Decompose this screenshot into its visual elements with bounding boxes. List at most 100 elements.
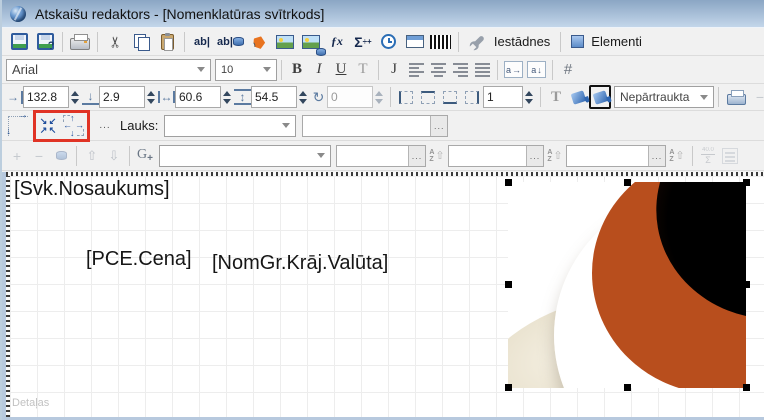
main-toolbar: ? ✂ ab| ab| ƒx Σ ÷+ Iestādnes Elementi: [2, 28, 764, 56]
group-select[interactable]: [159, 144, 331, 167]
border-top-button[interactable]: [417, 86, 439, 108]
db-image-object-button[interactable]: [298, 30, 326, 56]
coffee-cup-photo[interactable]: [508, 182, 746, 388]
more-options-button[interactable]: ...: [94, 114, 116, 138]
sort-input-3[interactable]: [567, 145, 648, 166]
height-spinner[interactable]: [299, 90, 307, 104]
save-button[interactable]: [6, 30, 32, 54]
format-button[interactable]: #: [557, 58, 579, 82]
border-color-button[interactable]: [589, 85, 611, 109]
rotation-input: [327, 86, 373, 108]
line-style-select[interactable]: Nepārtraukta: [614, 86, 714, 108]
text-object-pce-cena[interactable]: [PCE.Cena]: [86, 248, 192, 271]
selection-handle[interactable]: [743, 281, 750, 288]
expression-field: ...: [302, 114, 449, 137]
sort-direction-3[interactable]: A Z ⇧: [666, 144, 688, 168]
align-justify-button[interactable]: [471, 58, 493, 82]
function-button[interactable]: ƒx: [324, 30, 350, 54]
fill-color-button[interactable]: [567, 85, 589, 109]
sort-browse-2[interactable]: ...: [526, 145, 543, 166]
move-down-button[interactable]: ⇩: [103, 144, 125, 168]
shrink-to-fit-button[interactable]: ↘ ↙ ↗ ↖: [37, 114, 59, 138]
selection-handle[interactable]: [743, 384, 750, 391]
barcode-button[interactable]: [428, 30, 454, 54]
selection-handle[interactable]: [743, 179, 750, 186]
paste-button[interactable]: [154, 30, 180, 54]
separator: [281, 59, 282, 80]
align-right-button[interactable]: [449, 58, 471, 82]
sort-direction-1[interactable]: A Z ⇧: [426, 144, 448, 168]
selection-handle[interactable]: [624, 179, 631, 186]
autosize-button[interactable]: → ↓: [6, 110, 30, 138]
top-position-input[interactable]: [99, 86, 145, 108]
expression-input[interactable]: [303, 115, 431, 136]
underline-button[interactable]: U: [330, 58, 352, 82]
text-object-button[interactable]: ab|: [189, 30, 215, 54]
design-canvas[interactable]: [Svk.Nosaukums] [PCE.Cena] [NomGr.Krāj.V…: [2, 172, 764, 420]
band-detalas[interactable]: [Svk.Nosaukums] [PCE.Cena] [NomGr.Krāj.V…: [10, 176, 764, 417]
font-size-select[interactable]: 10: [215, 58, 277, 81]
selected-image-object[interactable]: [505, 179, 750, 391]
print-button[interactable]: [67, 30, 93, 54]
align-left-button[interactable]: [405, 58, 427, 82]
border-width-input[interactable]: [483, 86, 523, 108]
align-center-button[interactable]: [427, 58, 449, 82]
selection-handle[interactable]: [624, 384, 631, 391]
separator: [62, 31, 63, 52]
move-up-button[interactable]: ⇧: [81, 144, 103, 168]
elements-button[interactable]: Elementi: [565, 30, 648, 54]
text-object-svk-nosaukums[interactable]: [Svk.Nosaukums]: [14, 178, 170, 201]
grow-to-fit-button[interactable]: ↑ ← → ↓: [61, 113, 86, 138]
print-setup-button[interactable]: [723, 85, 749, 109]
font-dialog-button[interactable]: T: [352, 58, 374, 82]
db-text-object-button[interactable]: ab|: [215, 30, 246, 54]
selection-handle[interactable]: [505, 281, 512, 288]
width-spinner[interactable]: [223, 90, 231, 104]
selection-handle[interactable]: [505, 384, 512, 391]
top-spinner[interactable]: [147, 90, 155, 104]
width-input[interactable]: [175, 86, 221, 108]
canvas-left-edge: [2, 172, 6, 420]
settings-button[interactable]: Iestādnes: [463, 30, 556, 54]
remove-button[interactable]: −: [28, 144, 50, 168]
sort-browse-3[interactable]: ...: [648, 145, 665, 166]
sort-browse-1[interactable]: ...: [408, 145, 425, 166]
cut-button[interactable]: ✂: [102, 30, 128, 54]
border-width-spinner[interactable]: [525, 90, 533, 104]
aggregate-button[interactable]: Σ ÷+: [350, 30, 376, 54]
rotate-text-button[interactable]: J: [383, 58, 405, 82]
form-button[interactable]: [402, 30, 428, 54]
font-family-select[interactable]: Arial: [6, 58, 211, 81]
italic-button[interactable]: I: [308, 58, 330, 82]
chevron-down-icon: [282, 123, 291, 128]
field-select[interactable]: [164, 114, 297, 137]
shape-object-button[interactable]: [246, 30, 272, 54]
font-color-button[interactable]: T: [545, 85, 567, 109]
border-bottom-button[interactable]: [439, 86, 461, 108]
aggregate-total-button[interactable]: 40.0 Σ: [697, 144, 719, 168]
save-as-button[interactable]: ?: [32, 30, 58, 54]
sort-direction-2[interactable]: A Z ⇧: [544, 144, 566, 168]
paint-bucket-icon: [570, 89, 586, 105]
height-input[interactable]: [251, 86, 297, 108]
border-right-button[interactable]: [461, 86, 483, 108]
bold-button[interactable]: B: [286, 58, 308, 82]
sort-input-2[interactable]: [449, 145, 526, 166]
selection-handle[interactable]: [505, 179, 512, 186]
left-spinner[interactable]: [71, 90, 79, 104]
add-group-button[interactable]: G +: [134, 144, 156, 168]
text-direction-vertical-button[interactable]: a ↓: [525, 58, 548, 82]
expression-browse-button[interactable]: ...: [430, 115, 448, 136]
copy-button[interactable]: [128, 30, 154, 54]
zoom-out-button[interactable]: −: [749, 85, 764, 109]
border-left-button[interactable]: [395, 86, 417, 108]
text-direction-horizontal-button[interactable]: a →: [502, 58, 525, 82]
sort-input-1[interactable]: [337, 145, 408, 166]
text-object-nomgr-kraj-valuta[interactable]: [NomGr.Krāj.Valūta]: [212, 252, 388, 275]
left-position-input[interactable]: [23, 86, 69, 108]
band-list-button[interactable]: [719, 144, 741, 168]
add-datasource-button[interactable]: [50, 144, 72, 168]
datetime-button[interactable]: [376, 30, 402, 54]
add-button[interactable]: +: [6, 144, 28, 168]
image-object-button[interactable]: [272, 30, 298, 54]
